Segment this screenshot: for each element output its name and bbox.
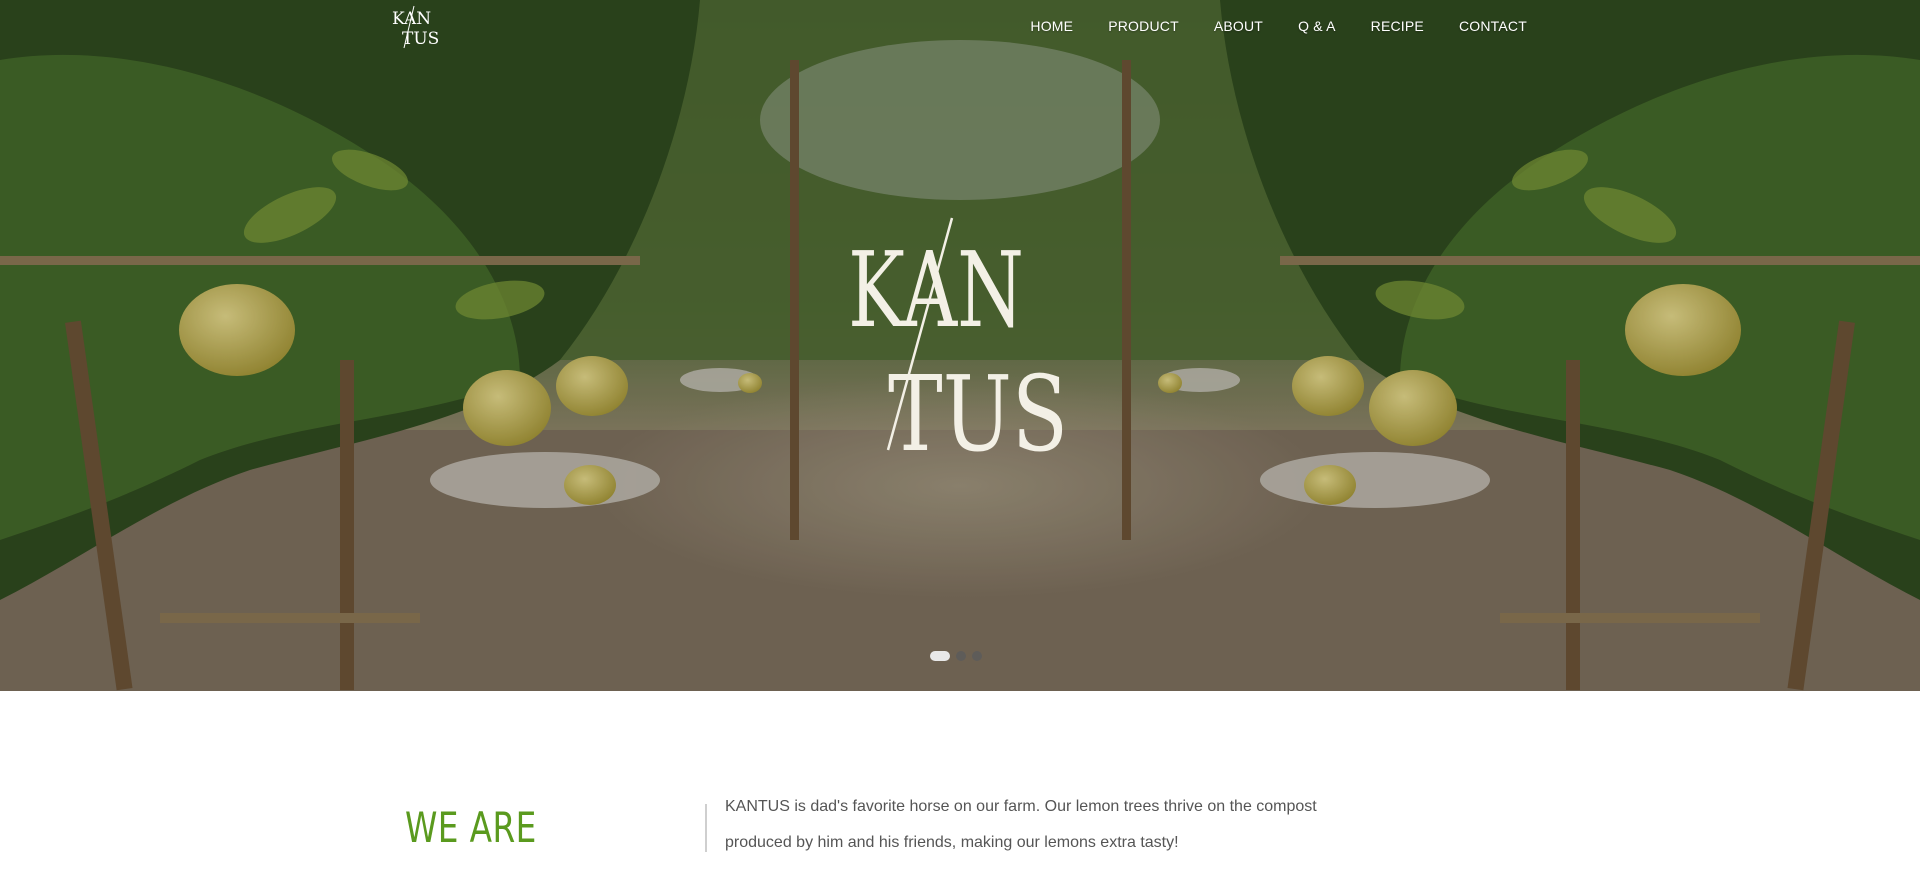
brand-logo[interactable]: KAN TUS xyxy=(390,4,446,50)
nav-link-about[interactable]: ABOUT xyxy=(1214,18,1263,34)
intro-divider xyxy=(705,804,707,852)
nav-link-qa[interactable]: Q & A xyxy=(1298,18,1336,34)
menu-item-product: PRODUCT xyxy=(1108,18,1179,36)
intro-text: KANTUS is dad's favorite horse on our fa… xyxy=(725,798,1317,851)
menu-item-contact: CONTACT xyxy=(1459,18,1527,36)
nav-link-home[interactable]: HOME xyxy=(1030,18,1073,34)
nav-link-recipe[interactable]: RECIPE xyxy=(1371,18,1424,34)
main-menu: HOME PRODUCT ABOUT Q & A RECIPE CONTACT xyxy=(995,18,1527,36)
intro-heading: WE ARE xyxy=(405,803,537,852)
svg-text:KAN: KAN xyxy=(392,9,431,29)
menu-item-about: ABOUT xyxy=(1214,18,1263,36)
svg-text:TUS: TUS xyxy=(888,353,1068,475)
nav-link-contact[interactable]: CONTACT xyxy=(1459,18,1527,34)
menu-item-home: HOME xyxy=(1030,18,1073,36)
hero-banner: KAN TUS HOME PRODUCT ABOUT Q & A RECIPE … xyxy=(0,0,1920,691)
hero-logo: KAN TUS xyxy=(848,214,1072,476)
slider-dot-3[interactable] xyxy=(972,651,982,661)
top-navigation: KAN TUS HOME PRODUCT ABOUT Q & A RECIPE … xyxy=(0,0,1920,56)
menu-item-recipe: RECIPE xyxy=(1371,18,1424,36)
nav-link-product[interactable]: PRODUCT xyxy=(1108,18,1179,34)
svg-text:KAN: KAN xyxy=(848,229,1024,351)
intro-section: WE ARE KANTUS is dad's favorite horse on… xyxy=(0,691,1920,891)
slider-dot-1[interactable] xyxy=(930,651,950,661)
menu-item-qa: Q & A xyxy=(1298,18,1336,36)
slider-pagination xyxy=(930,651,982,661)
slider-dot-2[interactable] xyxy=(956,651,966,661)
